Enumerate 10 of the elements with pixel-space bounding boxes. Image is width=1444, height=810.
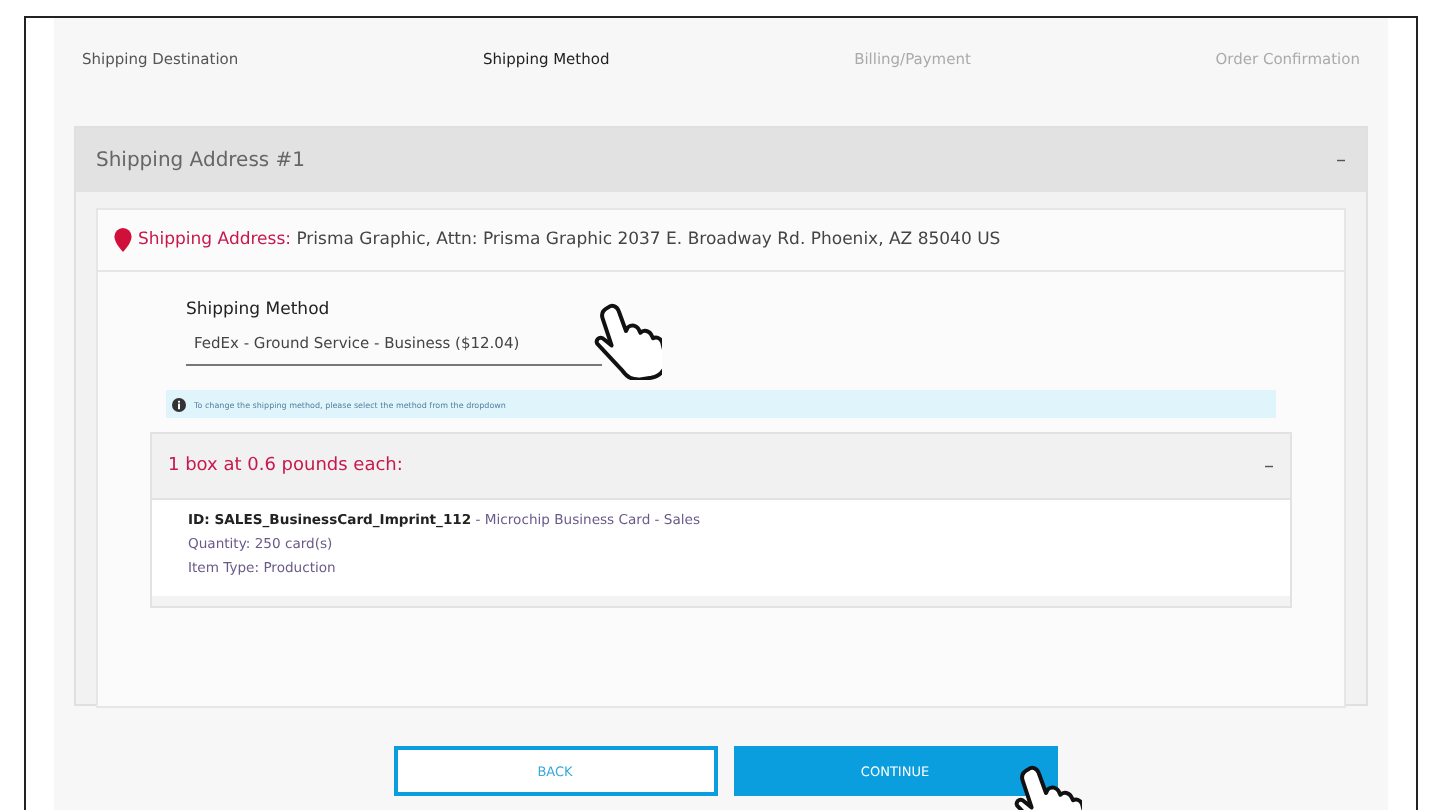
hand-cursor-icon — [590, 300, 662, 380]
info-icon — [172, 397, 186, 411]
collapse-toggle[interactable]: – — [1336, 149, 1346, 171]
accordion-header[interactable]: Shipping Address #1 – — [76, 128, 1366, 192]
field-label: Shipping Method — [186, 300, 332, 320]
collapse-toggle[interactable]: – — [1264, 455, 1274, 477]
shipping-address-text: Shipping Address: Prisma Graphic, Attn: Prisma Graphic 2037 E. Broadway Rd. Phoenix, AZ 85040 US — [138, 230, 1001, 250]
map-pin-icon — [114, 228, 132, 252]
panel-title: Shipping Address #1 — [96, 149, 306, 171]
package-title: 1 box at 0.6 pounds each: — [168, 456, 403, 476]
